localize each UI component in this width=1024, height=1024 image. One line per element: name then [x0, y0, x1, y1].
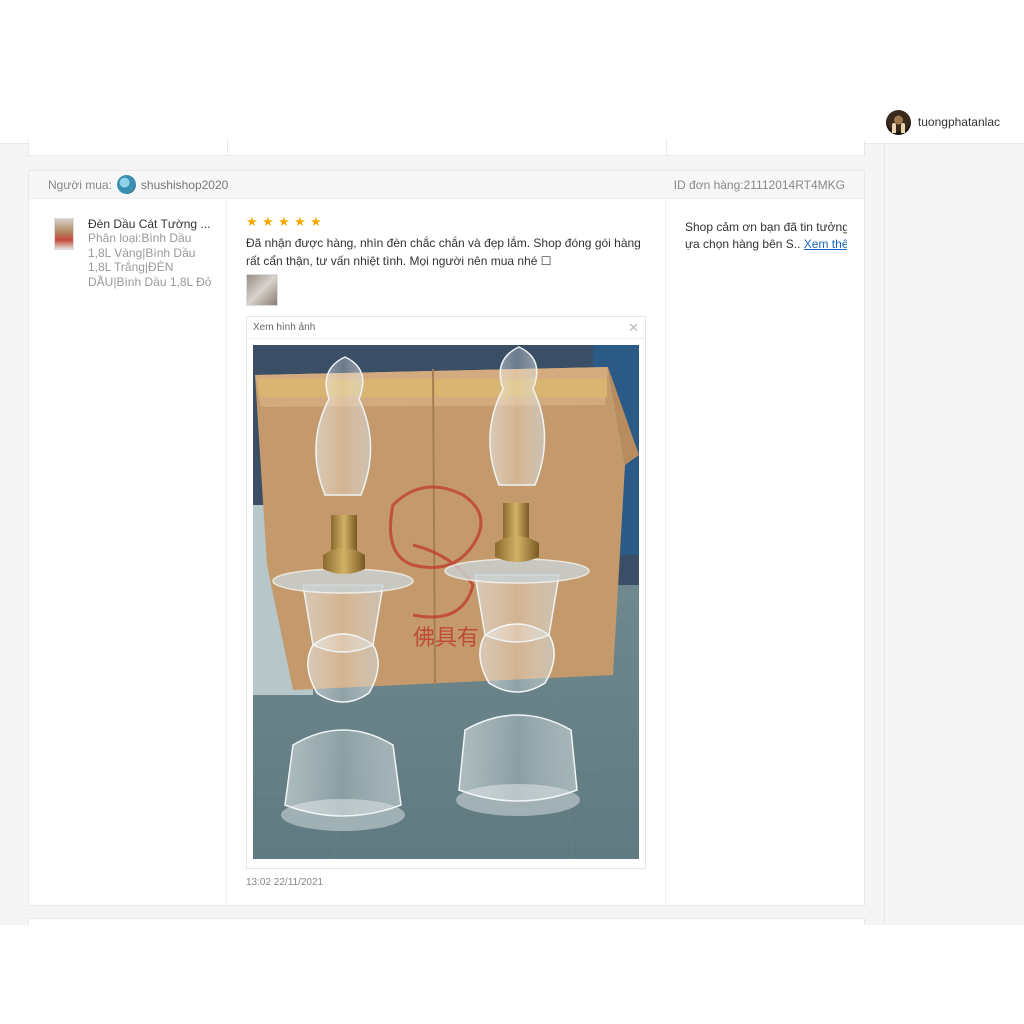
right-sidebar [884, 144, 1024, 925]
user-menu[interactable]: tuongphatanlac [885, 109, 1000, 135]
star-icon: ★ [278, 214, 290, 229]
page-viewport: tuongphatanlac Người mua: shushishop2020… [0, 100, 1024, 925]
review-photo: 佛具有 [253, 345, 639, 859]
svg-text:佛具有: 佛具有 [413, 626, 479, 651]
star-icon: ★ [294, 214, 306, 229]
review-timestamp: 13:02 22/11/2021 [246, 877, 324, 888]
product-thumbnail[interactable] [54, 218, 74, 250]
seller-reply-column: Shop cảm ơn bạn đã tin tưởng l ựa chọn h… [666, 200, 864, 905]
top-header: tuongphatanlac [0, 100, 1024, 144]
star-icon: ★ [262, 214, 274, 229]
see-more-link[interactable]: Xem thêm [804, 237, 847, 251]
user-avatar [885, 109, 911, 135]
seller-reply-line: Shop cảm ơn bạn đã tin tưởng l [685, 220, 847, 234]
username: tuongphatanlac [917, 115, 1000, 129]
review-card: Người mua: shushishop2020 ID đơn hàng:21… [28, 170, 865, 906]
review-image-thumbnail[interactable] [246, 274, 278, 306]
image-viewer-title: Xem hình ảnh [253, 322, 316, 333]
star-icon: ★ [246, 214, 258, 229]
buyer-avatar [116, 175, 136, 194]
product-variant: Phân loại:Bình Dầu 1,8L Vàng|Bình Dầu 1,… [88, 231, 212, 289]
buyer-info: Người mua: shushishop2020 [48, 175, 228, 194]
image-viewer-header: Xem hình ảnh ✕ [247, 317, 645, 339]
oil-lamps-photo: 佛具有 [253, 345, 639, 859]
rating-stars: ★ ★ ★ ★ ★ [246, 215, 323, 228]
product-title[interactable]: Đèn Dầu Cát Tường ... [88, 217, 213, 231]
next-review-card [28, 918, 865, 925]
star-icon: ★ [310, 214, 322, 229]
seller-reply: Shop cảm ơn bạn đã tin tưởng l ựa chọn h… [685, 219, 847, 253]
image-viewer: Xem hình ảnh ✕ 佛具有 [246, 316, 646, 869]
order-id: ID đơn hàng:21112014RT4MKG [673, 177, 845, 192]
close-icon[interactable]: ✕ [628, 321, 639, 334]
column-divider [227, 140, 228, 155]
seller-reply-truncated: ựa chọn hàng bên S.. [685, 237, 801, 251]
column-divider [666, 140, 667, 155]
review-text: Đã nhận được hàng, nhìn đèn chắc chắn và… [246, 236, 641, 268]
reviews-list: Người mua: shushishop2020 ID đơn hàng:21… [0, 140, 884, 925]
review-column: ★ ★ ★ ★ ★ Đã nhận được hàng, nhìn đèn ch… [227, 200, 666, 905]
product-column: Đèn Dầu Cát Tường ... Phân loại:Bình Dầu… [29, 200, 227, 905]
seller-reply-line: ựa chọn hàng bên S.. Xem thêm [685, 236, 847, 253]
buyer-label: Người mua: [48, 177, 112, 192]
buyer-name[interactable]: shushishop2020 [141, 178, 228, 192]
review-card-header: Người mua: shushishop2020 ID đơn hàng:21… [29, 171, 864, 199]
previous-review-card [28, 140, 865, 156]
